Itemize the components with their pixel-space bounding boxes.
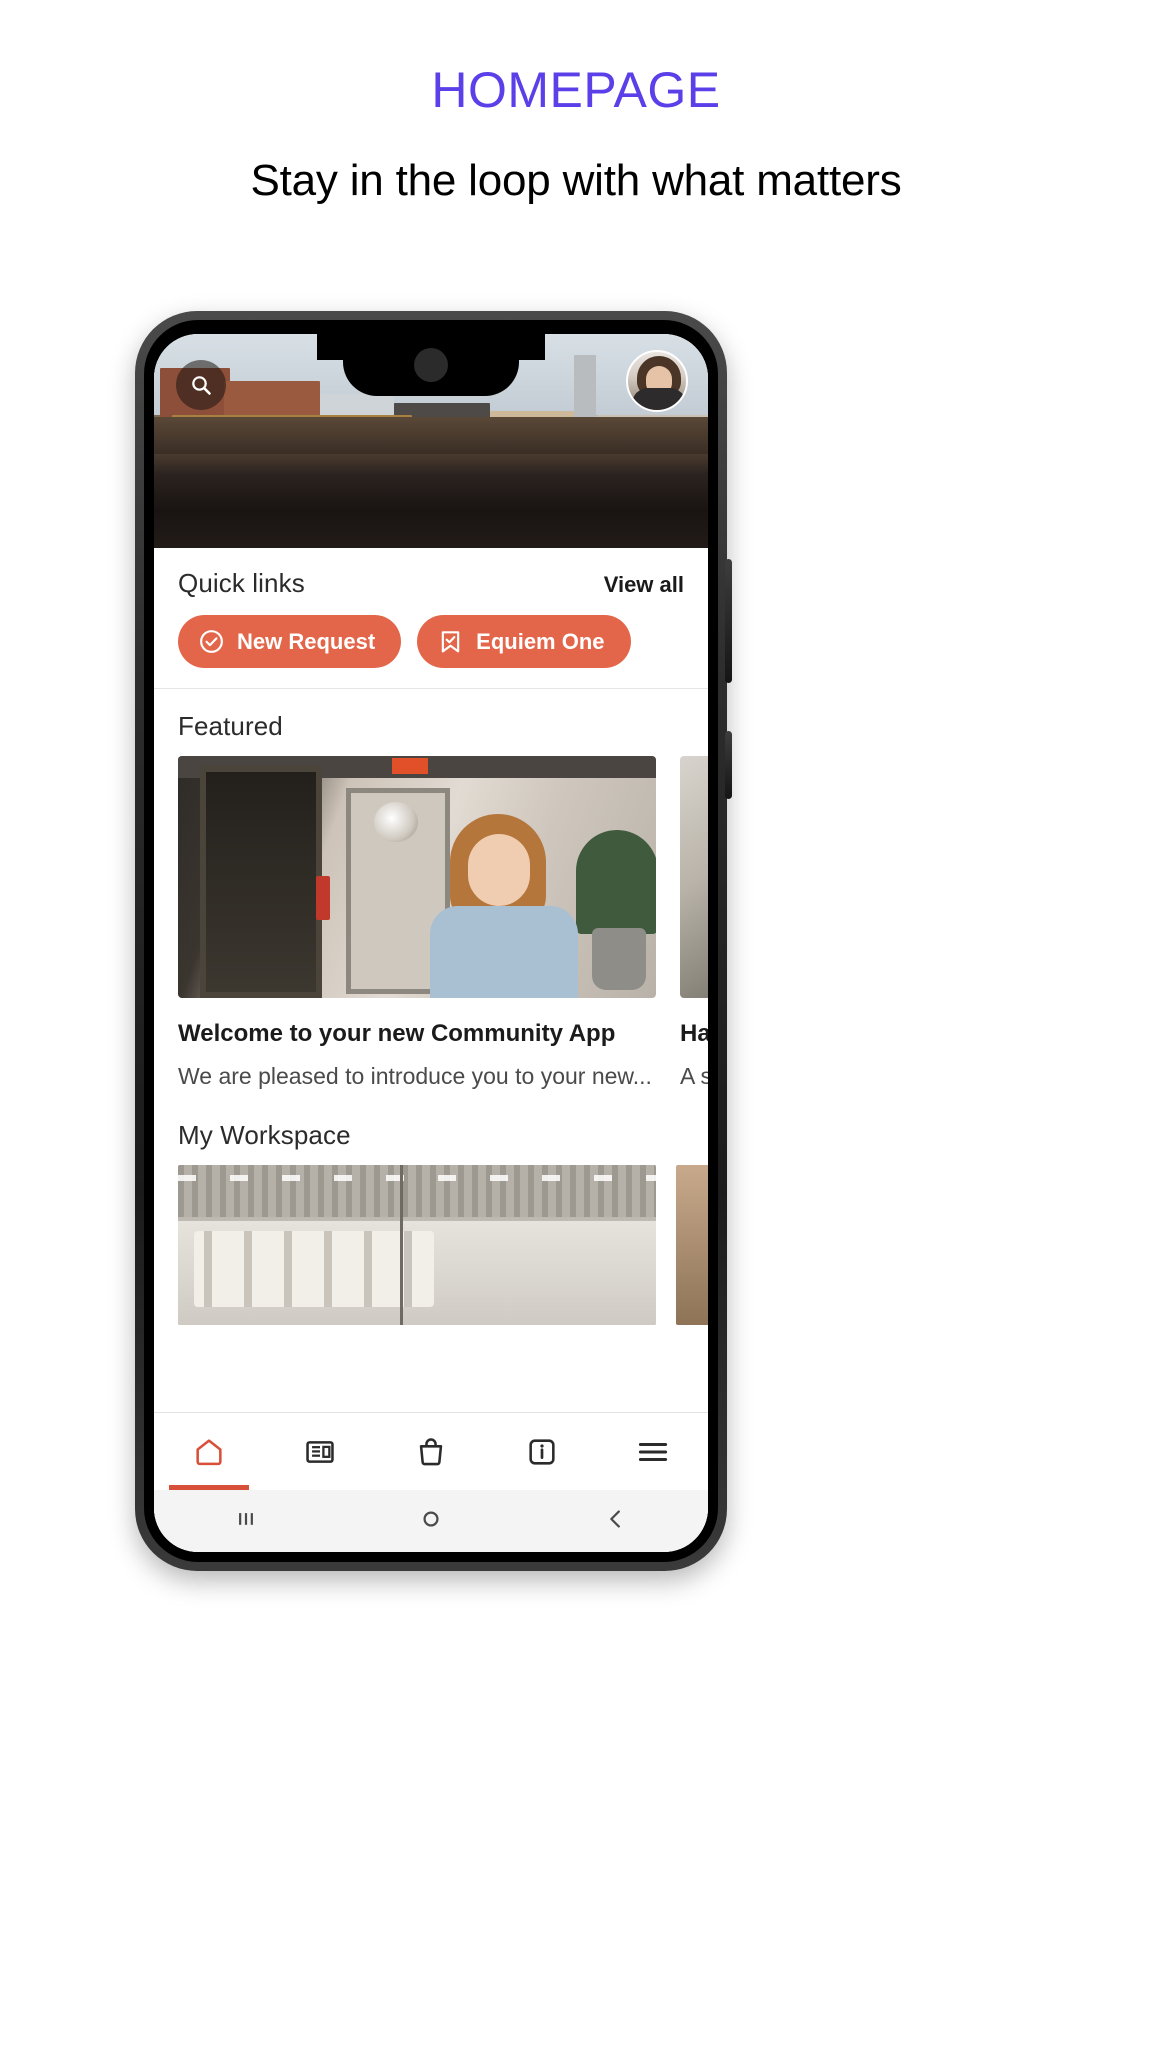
nav-item-info[interactable]: [494, 1413, 590, 1490]
quick-links-view-all[interactable]: View all: [604, 572, 684, 598]
system-back-button[interactable]: [602, 1505, 630, 1538]
circle-icon: [423, 1510, 439, 1527]
bottom-navigation: [154, 1412, 708, 1490]
featured-card-image: [680, 756, 708, 998]
check-circle-icon: [200, 630, 223, 653]
hamburger-icon: [638, 1442, 667, 1461]
quick-links-header: Quick links View all: [154, 548, 708, 599]
featured-header: Featured: [154, 689, 708, 742]
info-icon: [529, 1438, 555, 1465]
image-lights: [178, 1175, 656, 1182]
quick-link-label: New Request: [237, 628, 376, 654]
nav-item-shop[interactable]: [383, 1413, 479, 1490]
hero-water: [154, 453, 708, 548]
image-door: [200, 766, 322, 998]
featured-card-image: [178, 756, 656, 998]
phone-bezel: Quick links View all New Request Equiem …: [144, 320, 718, 1562]
featured-card-desc: We are pleased to introduce you to your …: [178, 1062, 652, 1089]
bag-icon: [419, 1437, 443, 1465]
quick-links-pills: New Request Equiem One: [154, 599, 708, 688]
workspace-title: My Workspace: [178, 1120, 351, 1151]
display-notch: [317, 334, 545, 396]
featured-carousel[interactable]: Welcome to your new Community App We are…: [154, 742, 708, 1090]
workspace-carousel[interactable]: [154, 1151, 708, 1326]
featured-card[interactable]: Hav A se: [680, 756, 708, 1090]
bookmark-check-icon: [441, 631, 460, 653]
image-person-face: [468, 834, 530, 906]
search-icon: [192, 376, 211, 395]
nav-item-home[interactable]: [161, 1413, 257, 1490]
featured-card-title: Hav: [680, 1020, 708, 1047]
image-plant-pot: [592, 928, 646, 990]
system-home-button[interactable]: [417, 1505, 445, 1538]
phone-screen: Quick links View all New Request Equiem …: [154, 334, 708, 1552]
image-plant: [576, 830, 656, 934]
image-person-body: [430, 906, 578, 998]
poster-canvas: HOMEPAGE Stay in the loop with what matt…: [0, 0, 1152, 2048]
phone-mockup: Quick links View all New Request Equiem …: [135, 311, 732, 1571]
search-button[interactable]: [176, 360, 226, 410]
avatar[interactable]: [626, 350, 688, 412]
fire-extinguisher: [316, 876, 330, 920]
featured-card[interactable]: Welcome to your new Community App We are…: [178, 756, 656, 1090]
workspace-image[interactable]: [676, 1165, 708, 1326]
volume-button[interactable]: [725, 731, 732, 799]
news-icon: [306, 1440, 334, 1463]
avatar-body: [632, 388, 686, 410]
image-ceiling: [178, 1165, 656, 1218]
system-navigation-bar: [154, 1490, 708, 1552]
quick-link-equiem-one[interactable]: Equiem One: [417, 615, 631, 668]
image-pods: [194, 1231, 434, 1308]
home-icon: [196, 1438, 222, 1465]
exit-sign: [392, 758, 428, 774]
featured-title: Featured: [178, 711, 283, 741]
page-subtitle: Stay in the loop with what matters: [250, 156, 902, 205]
app-content: Quick links View all New Request Equiem …: [154, 548, 708, 1552]
image-lamp: [374, 802, 418, 842]
page-kicker: HOMEPAGE: [431, 62, 721, 118]
workspace-image[interactable]: [178, 1165, 656, 1326]
nav-item-menu[interactable]: [605, 1413, 701, 1490]
featured-card-desc: A se: [680, 1062, 708, 1089]
front-camera-icon: [414, 348, 448, 382]
recents-icon: [239, 1512, 254, 1525]
nav-item-news[interactable]: [272, 1413, 368, 1490]
hero-quay: [154, 417, 708, 454]
quick-link-label: Equiem One: [476, 628, 605, 654]
power-button[interactable]: [725, 559, 732, 683]
system-recents-button[interactable]: [232, 1505, 260, 1538]
image-column: [400, 1165, 403, 1326]
featured-card-title: Welcome to your new Community App: [178, 1020, 616, 1047]
quick-links-title: Quick links: [178, 568, 305, 598]
back-chevron-icon: [609, 1509, 620, 1528]
quick-link-new-request[interactable]: New Request: [178, 615, 402, 668]
workspace-header: My Workspace: [154, 1090, 708, 1151]
